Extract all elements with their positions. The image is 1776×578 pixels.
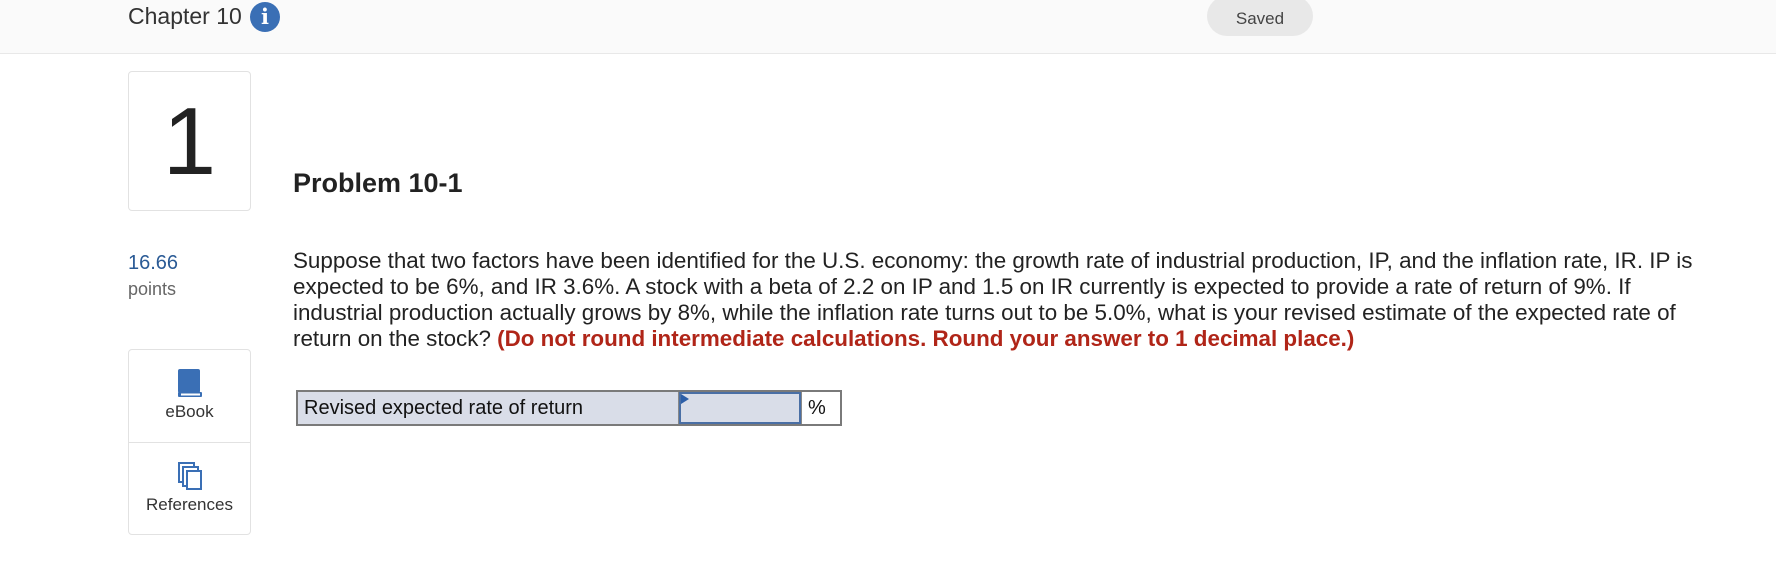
resources-panel: eBook References (128, 349, 251, 535)
question-number-box: 1 (128, 71, 251, 211)
book-icon (177, 368, 203, 403)
top-bar: Chapter 10 i Saved (0, 0, 1776, 54)
answer-input-cell (679, 392, 801, 424)
answer-unit: % (801, 392, 840, 424)
copy-icon (177, 461, 203, 496)
question-number: 1 (162, 88, 217, 195)
info-icon[interactable]: i (250, 2, 280, 32)
references-button[interactable]: References (129, 443, 250, 535)
problem-text: Suppose that two factors have been ident… (293, 248, 1693, 352)
points-value: 16.66 (128, 252, 179, 274)
answer-input[interactable] (681, 394, 799, 422)
answer-label: Revised expected rate of return (298, 392, 679, 424)
rounding-instruction: (Do not round intermediate calculations.… (497, 326, 1355, 351)
flag-icon (681, 394, 689, 404)
saved-status-badge: Saved (1207, 0, 1313, 36)
ebook-button[interactable]: eBook (129, 350, 250, 443)
answer-row: Revised expected rate of return % (296, 390, 842, 426)
ebook-label: eBook (165, 402, 214, 421)
points-label: points (128, 279, 177, 299)
chapter-title: Chapter 10 (128, 3, 242, 29)
references-label: References (146, 495, 233, 514)
problem-title: Problem 10-1 (293, 168, 463, 198)
